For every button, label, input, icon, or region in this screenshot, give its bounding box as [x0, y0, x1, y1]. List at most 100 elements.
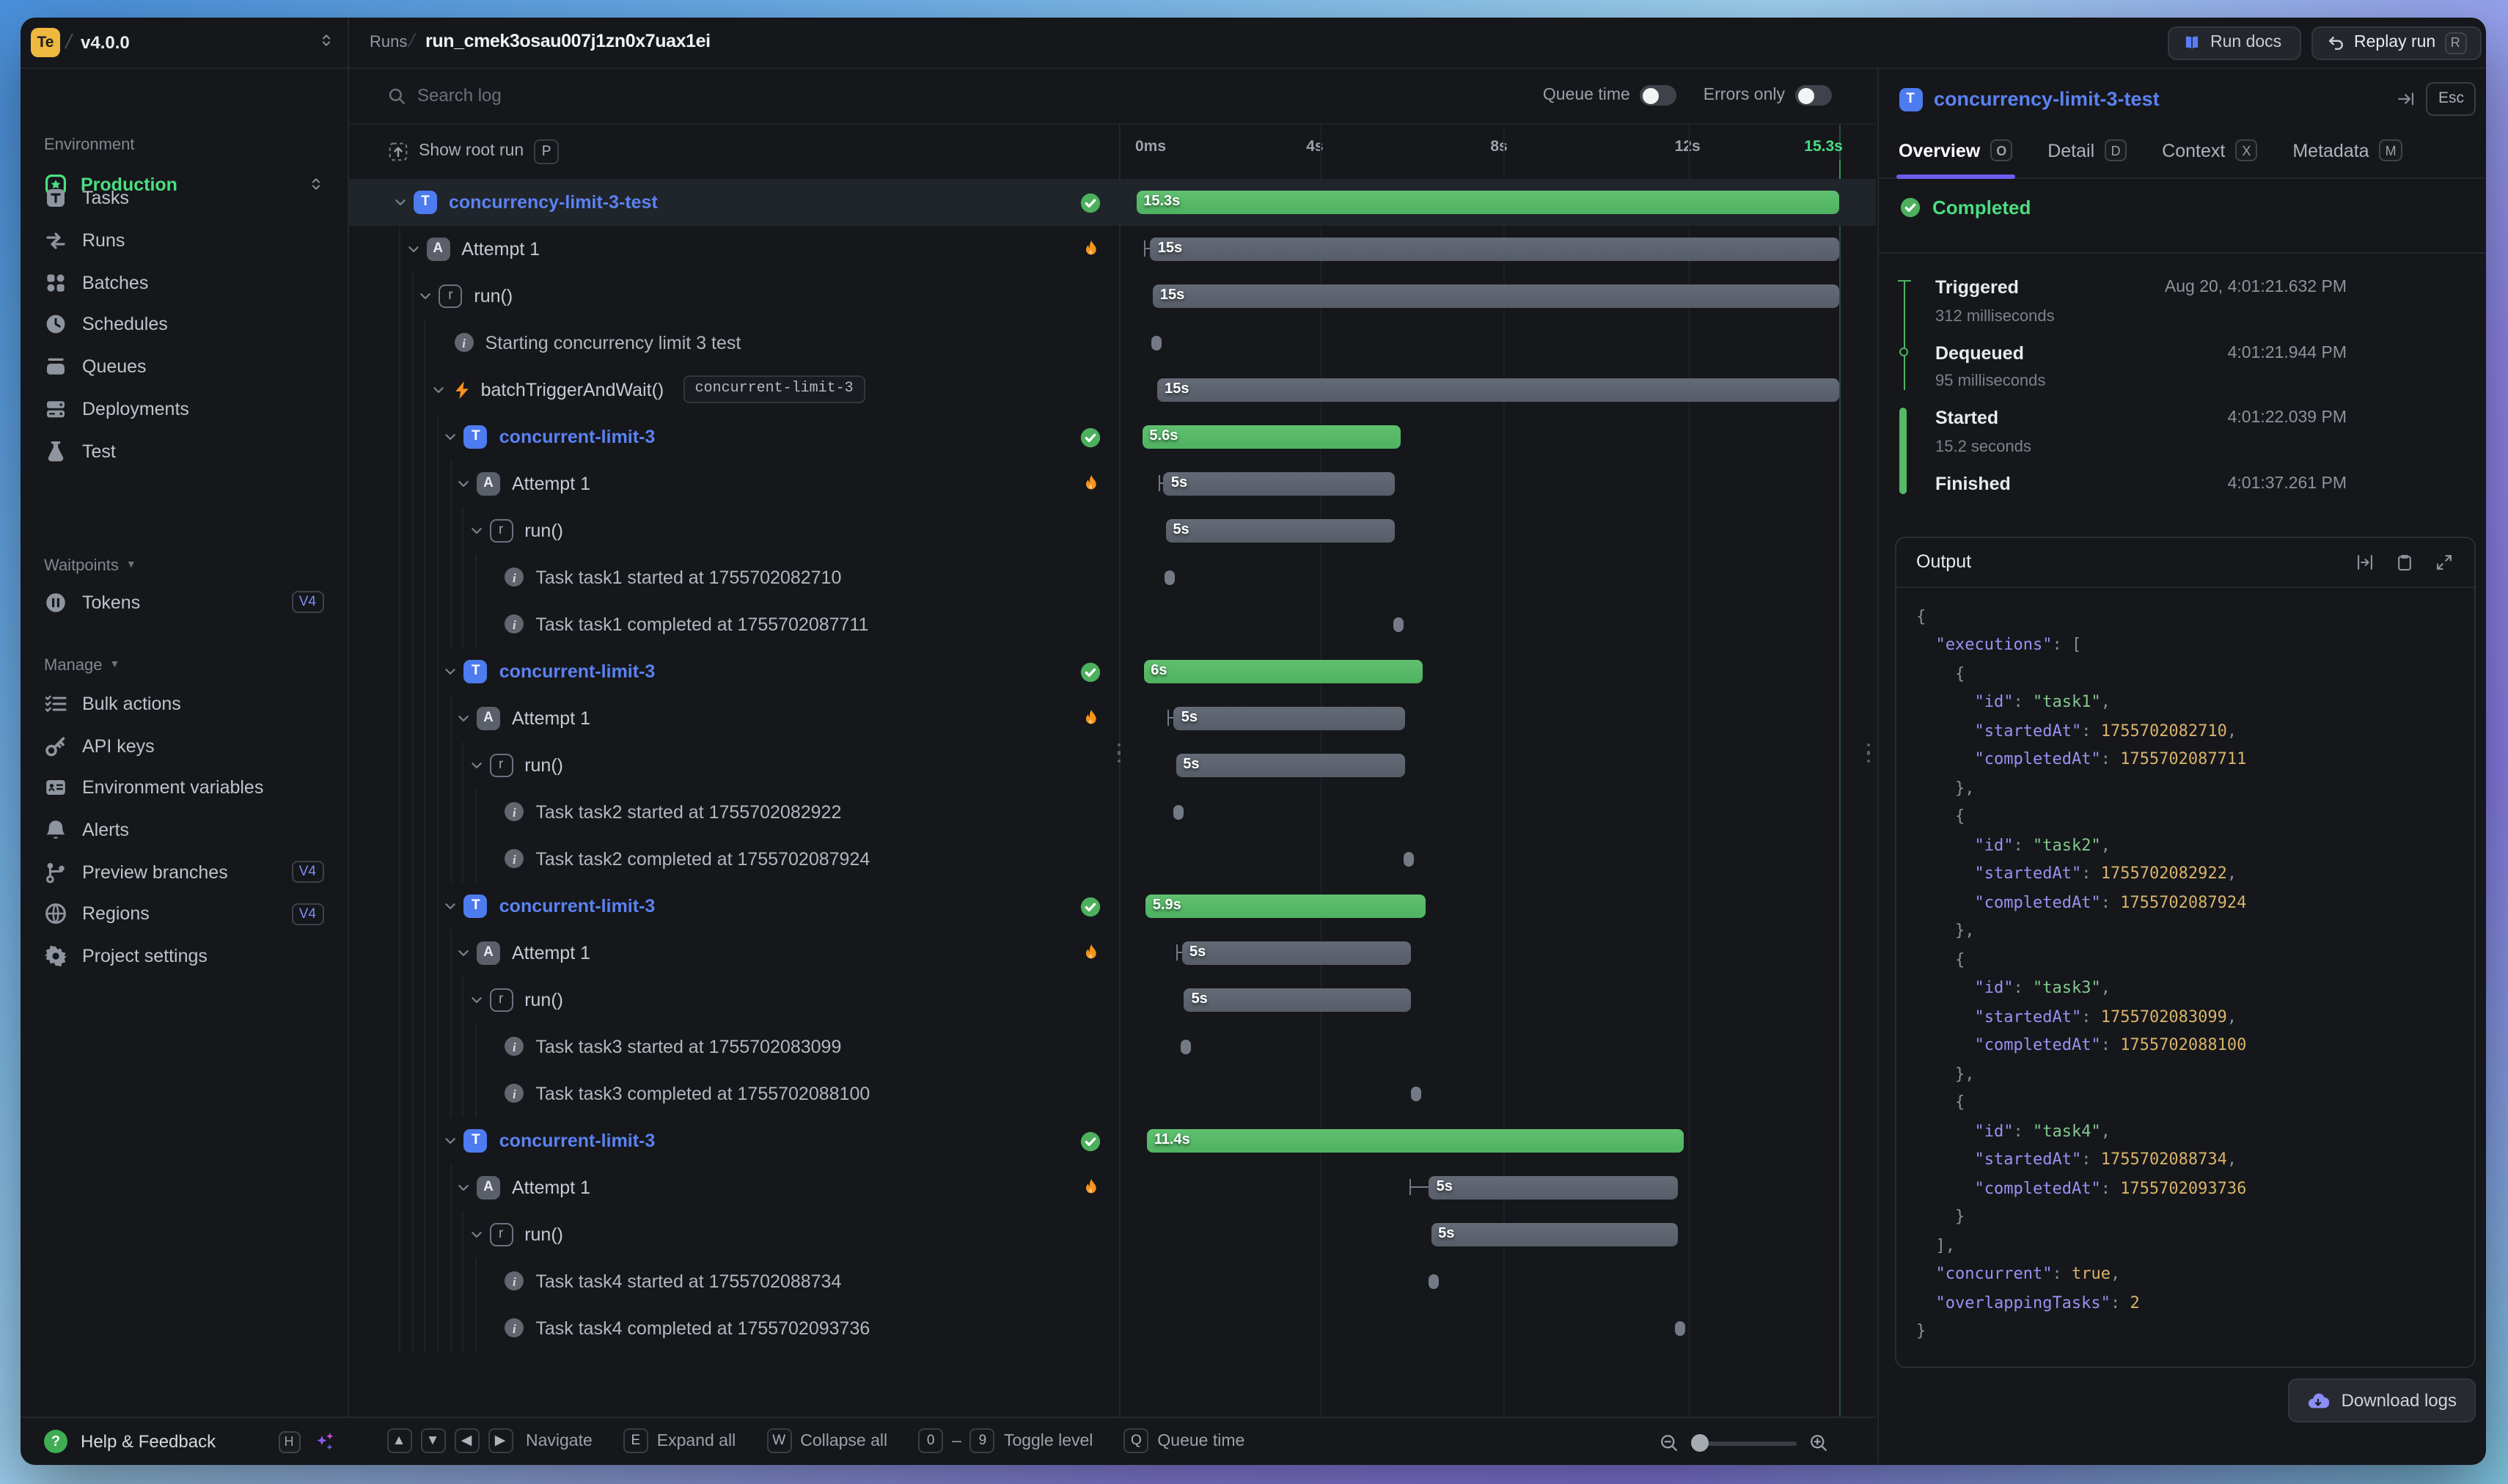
- navigate-keys[interactable]: ▲ ▼ ◀ ▶: [386, 1429, 513, 1454]
- output-json[interactable]: { "executions": [ { "id": "task1", "star…: [1916, 602, 2465, 1357]
- chevron-down-icon[interactable]: [469, 758, 483, 773]
- arrow-up-key[interactable]: ▲: [386, 1429, 411, 1454]
- trace-row-batchtriggerandwait-[interactable]: batchTriggerAndWait()concurrent-limit-31…: [347, 367, 1876, 414]
- chevron-down-icon[interactable]: [456, 711, 471, 726]
- sidebar-item-alerts[interactable]: Alerts: [32, 809, 335, 851]
- chevron-down-icon[interactable]: [444, 1134, 458, 1148]
- trace-row-attempt-1[interactable]: AAttempt 115s: [347, 226, 1876, 273]
- sidebar-item-preview-branches[interactable]: Preview branchesV4: [32, 851, 335, 893]
- trace-row-task-task1-completed-at-175570[interactable]: iTask task1 completed at 1755702087711: [347, 601, 1876, 648]
- trace-row-run-[interactable]: rrun()5s: [347, 742, 1876, 789]
- search-input[interactable]: Search log: [417, 85, 502, 106]
- arrow-down-key[interactable]: ▼: [420, 1429, 445, 1454]
- chevron-down-icon[interactable]: [406, 242, 420, 257]
- download-logs-button[interactable]: Download logs: [2289, 1378, 2476, 1422]
- replay-run-button[interactable]: Replay run R: [2311, 26, 2482, 59]
- chevron-down-icon[interactable]: [444, 664, 458, 679]
- trace-row-concurrent-limit-3[interactable]: Tconcurrent-limit-35.6s: [347, 414, 1876, 460]
- trace-row-run-[interactable]: rrun()5s: [347, 977, 1876, 1024]
- trace-row-task-task2-completed-at-175570[interactable]: iTask task2 completed at 1755702087924: [347, 836, 1876, 883]
- trace-row-attempt-1[interactable]: AAttempt 15s: [347, 930, 1876, 977]
- span-bar[interactable]: 15s: [1157, 378, 1838, 401]
- sidebar-item-tasks[interactable]: Tasks: [32, 177, 335, 219]
- version-selector[interactable]: v4.0.0: [81, 32, 130, 52]
- collapse-key[interactable]: W: [766, 1429, 791, 1454]
- sidebar-item-api-keys[interactable]: API keys: [32, 724, 335, 766]
- esc-button[interactable]: Esc: [2427, 81, 2476, 115]
- span-bar[interactable]: 5s: [1176, 754, 1405, 776]
- tab-overview[interactable]: OverviewO: [1899, 124, 2012, 177]
- right-resize-handle[interactable]: [1866, 743, 1871, 763]
- trace-row-task-task1-started-at-17557020[interactable]: iTask task1 started at 1755702082710: [347, 554, 1876, 601]
- expand-key[interactable]: E: [623, 1429, 648, 1454]
- level-9-key[interactable]: 9: [970, 1429, 995, 1454]
- manage-section-label[interactable]: Manage▼: [44, 656, 120, 674]
- span-bar[interactable]: 5s: [1184, 988, 1411, 1011]
- trace-row-starting-concurrency-limit-3-t[interactable]: iStarting concurrency limit 3 test: [347, 320, 1876, 367]
- log-event-dot[interactable]: [1181, 1040, 1191, 1054]
- trace-row-run-[interactable]: rrun()5s: [347, 1211, 1876, 1258]
- sidebar-item-project-settings[interactable]: Project settings: [32, 935, 335, 977]
- log-event-dot[interactable]: [1151, 336, 1162, 350]
- log-event-dot[interactable]: [1393, 617, 1404, 632]
- collapse-panel-icon[interactable]: [2397, 89, 2416, 108]
- chevron-down-icon[interactable]: [444, 899, 458, 914]
- chevron-down-icon[interactable]: [456, 477, 471, 491]
- sidebar-item-schedules[interactable]: Schedules: [32, 304, 335, 345]
- trace-row-task-task3-completed-at-175570[interactable]: iTask task3 completed at 1755702088100: [347, 1070, 1876, 1117]
- trace-row-concurrency-limit-3-test[interactable]: Tconcurrency-limit-3-test15.3s: [347, 179, 1876, 226]
- show-root-run-button[interactable]: Show root run P: [386, 134, 559, 168]
- toggle-pill[interactable]: [1795, 85, 1832, 106]
- span-bar[interactable]: 5s: [1429, 1176, 1678, 1199]
- errors-only-toggle[interactable]: Errors only: [1704, 85, 1832, 106]
- span-bar[interactable]: 5s: [1431, 1223, 1678, 1246]
- sidebar-item-regions[interactable]: RegionsV4: [32, 893, 335, 935]
- sidebar-item-batches[interactable]: Batches: [32, 262, 335, 304]
- run-docs-button[interactable]: Run docs: [2168, 26, 2301, 59]
- breadcrumb-runs[interactable]: Runs: [370, 33, 407, 51]
- sidebar-item-tokens[interactable]: TokensV4: [32, 581, 335, 623]
- log-event-dot[interactable]: [1411, 1087, 1421, 1101]
- expand-icon[interactable]: [2435, 552, 2454, 571]
- chevron-down-icon[interactable]: [418, 289, 433, 304]
- wrap-text-icon[interactable]: [2355, 552, 2375, 571]
- trace-row-task-task4-started-at-17557020[interactable]: iTask task4 started at 1755702088734: [347, 1258, 1876, 1305]
- zoom-in-icon[interactable]: [1808, 1433, 1829, 1453]
- span-bar[interactable]: 15.3s: [1136, 191, 1840, 213]
- span-bar[interactable]: 5.9s: [1145, 895, 1426, 917]
- chevron-down-icon[interactable]: [469, 1227, 483, 1242]
- chevron-down-icon[interactable]: [393, 195, 408, 210]
- trace-row-attempt-1[interactable]: AAttempt 15s: [347, 695, 1876, 742]
- trace-row-concurrent-limit-3[interactable]: Tconcurrent-limit-35.9s: [347, 883, 1876, 930]
- trace-row-task-task3-started-at-17557020[interactable]: iTask task3 started at 1755702083099: [347, 1024, 1876, 1070]
- sidebar-item-queues[interactable]: Queues: [32, 346, 335, 388]
- sidebar-item-bulk-actions[interactable]: Bulk actions: [32, 683, 335, 724]
- copy-icon[interactable]: [2395, 552, 2414, 571]
- log-event-dot[interactable]: [1675, 1321, 1685, 1336]
- span-bar[interactable]: 15s: [1153, 284, 1839, 307]
- trace-row-attempt-1[interactable]: AAttempt 15s: [347, 1164, 1876, 1211]
- chevron-down-icon[interactable]: [456, 1180, 471, 1195]
- span-bar[interactable]: 11.4s: [1147, 1129, 1684, 1152]
- zoom-out-icon[interactable]: [1659, 1433, 1679, 1453]
- trace-row-attempt-1[interactable]: AAttempt 15s: [347, 460, 1876, 507]
- sidebar-item-deployments[interactable]: Deployments: [32, 388, 335, 430]
- sidebar-item-runs[interactable]: Runs: [32, 219, 335, 261]
- chevron-updown-icon[interactable]: [318, 32, 334, 48]
- trace-row-task-task2-started-at-17557020[interactable]: iTask task2 started at 1755702082922: [347, 789, 1876, 836]
- sidebar-item-test[interactable]: Test: [32, 430, 335, 471]
- trace-row-concurrent-limit-3[interactable]: Tconcurrent-limit-311.4s: [347, 1117, 1876, 1164]
- trace-row-run-[interactable]: rrun()15s: [347, 273, 1876, 320]
- help-feedback[interactable]: ? Help & Feedback H: [21, 1417, 347, 1465]
- chevron-down-icon[interactable]: [444, 430, 458, 444]
- chevron-down-icon[interactable]: [469, 524, 483, 538]
- tab-context[interactable]: ContextX: [2162, 124, 2257, 177]
- log-event-dot[interactable]: [1173, 805, 1184, 820]
- waitpoints-section-label[interactable]: Waitpoints▼: [44, 556, 136, 574]
- span-bar[interactable]: 5s: [1165, 519, 1395, 542]
- tab-metadata[interactable]: MetadataM: [2292, 124, 2402, 177]
- trace-row-task-task4-completed-at-175570[interactable]: iTask task4 completed at 1755702093736: [347, 1305, 1876, 1352]
- span-bar[interactable]: 5.6s: [1142, 425, 1400, 448]
- chevron-down-icon[interactable]: [456, 946, 471, 960]
- span-bar[interactable]: 5s: [1182, 941, 1410, 964]
